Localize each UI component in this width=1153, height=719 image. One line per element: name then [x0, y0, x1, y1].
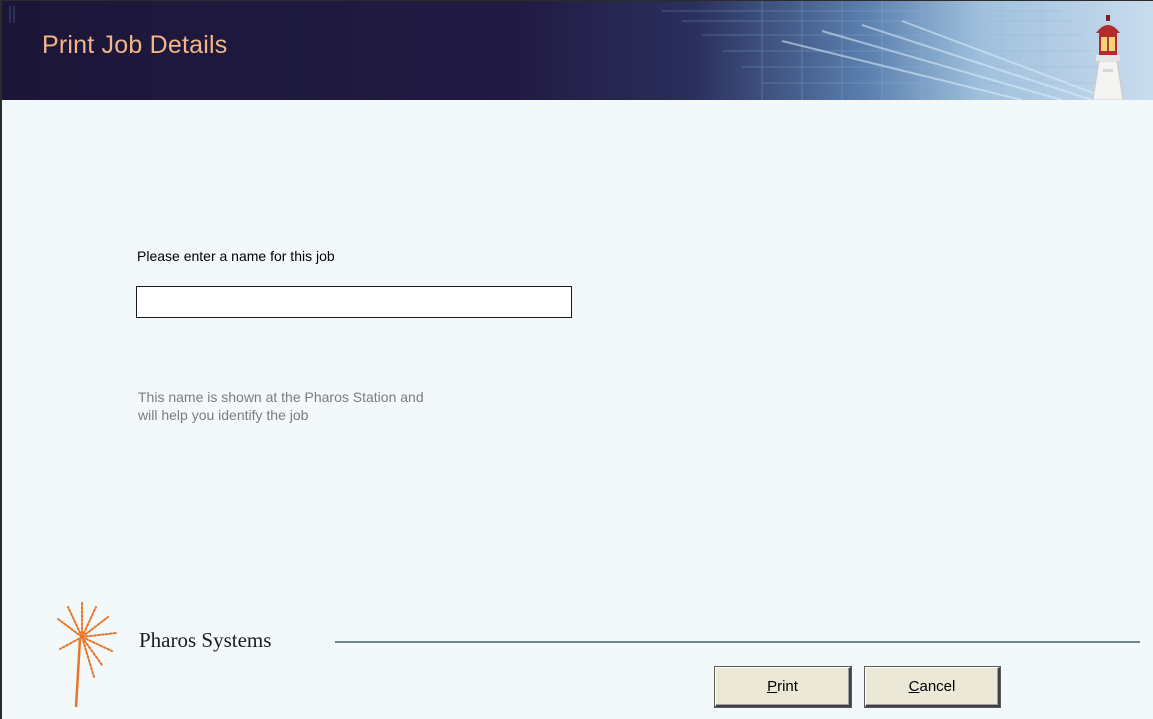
brand-divider [335, 641, 1140, 643]
header-banner: Print Job Details [2, 1, 1153, 100]
print-button-accelerator: P [767, 678, 778, 695]
job-name-input[interactable] [136, 286, 572, 318]
print-button-label: rint [777, 678, 798, 695]
cancel-button-accelerator: C [908, 678, 920, 695]
cancel-button[interactable]: Cancel [865, 667, 1000, 707]
pharos-burst-logo [57, 602, 117, 708]
print-button[interactable]: Print [715, 667, 851, 707]
page-title: Print Job Details [42, 31, 228, 59]
lighthouse-icon [1092, 15, 1124, 100]
brand-name: Pharos Systems [139, 628, 272, 652]
print-job-details-dialog: Print Job Details Please enter a name fo… [0, 0, 1153, 719]
help-text-line-2: will help you identify the job [138, 407, 309, 423]
job-name-help-text: This name is shown at the Pharos Station… [138, 388, 558, 424]
cancel-button-label: ancel [919, 678, 956, 695]
job-name-label: Please enter a name for this job [137, 248, 335, 264]
help-text-line-1: This name is shown at the Pharos Station… [138, 389, 424, 405]
